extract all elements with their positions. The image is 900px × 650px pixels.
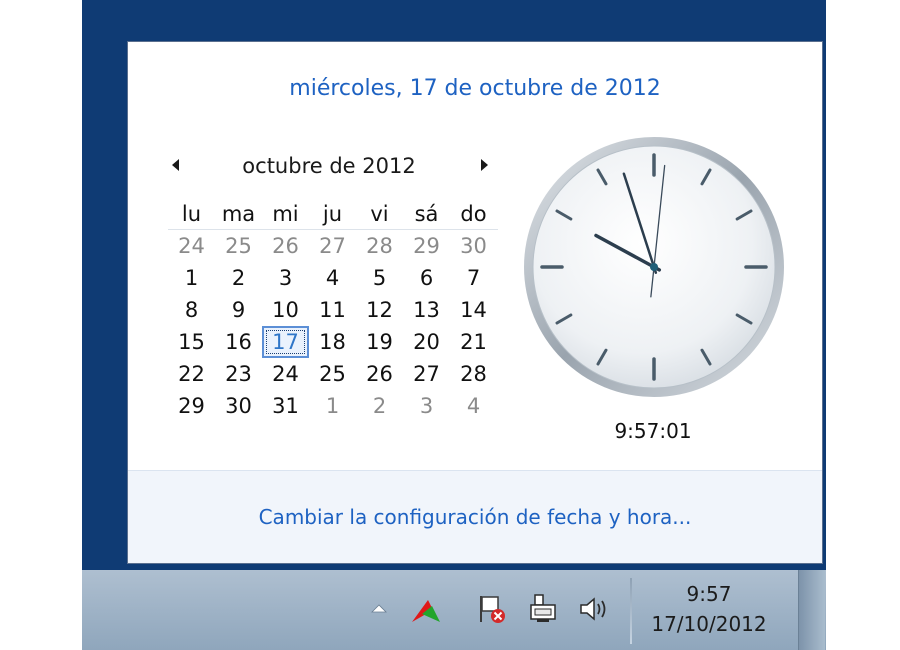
- action-center-flag-icon[interactable]: [474, 592, 508, 626]
- calendar-day[interactable]: 27: [403, 360, 450, 388]
- clock-center-pin: [650, 263, 658, 271]
- digital-time: 9:57:01: [614, 419, 692, 443]
- calendar-week-row: 15 16 17 18 19 20 21: [168, 326, 498, 358]
- network-icon[interactable]: [526, 592, 560, 626]
- tray-separator: [630, 578, 632, 644]
- date-time-flyout: miércoles, 17 de octubre de 2012 octubre…: [127, 41, 823, 564]
- calendar-day[interactable]: 5: [356, 264, 403, 292]
- calendar-day-adjacent-month[interactable]: 28: [356, 232, 403, 260]
- calendar-day[interactable]: 13: [403, 296, 450, 324]
- app-tray-icon[interactable]: [408, 592, 442, 626]
- calendar-day-adjacent-month[interactable]: 30: [450, 232, 497, 260]
- calendar-day[interactable]: 2: [215, 264, 262, 292]
- weekday-label: lu: [181, 202, 202, 226]
- previous-month-icon[interactable]: [170, 158, 182, 172]
- weekday-header-row: lu ma mi ju vi sá do: [168, 199, 498, 230]
- calendar-day[interactable]: 1: [168, 264, 215, 292]
- next-month-icon[interactable]: [478, 158, 490, 172]
- calendar-day[interactable]: 23: [215, 360, 262, 388]
- weekday-label: vi: [370, 202, 389, 226]
- calendar-day[interactable]: 20: [403, 328, 450, 356]
- tray-date: 17/10/2012: [651, 612, 767, 636]
- calendar-day[interactable]: 19: [356, 328, 403, 356]
- calendar-day-adjacent-month[interactable]: 24: [168, 232, 215, 260]
- calendar-week-row: 29 30 31 1 2 3 4: [168, 390, 498, 422]
- calendar-day[interactable]: 16: [215, 328, 262, 356]
- calendar-day[interactable]: 6: [403, 264, 450, 292]
- volume-icon[interactable]: [576, 592, 610, 626]
- calendar-day-adjacent-month[interactable]: 4: [450, 392, 497, 420]
- calendar-day[interactable]: 3: [262, 264, 309, 292]
- calendar-day[interactable]: 11: [309, 296, 356, 324]
- flyout-footer: Cambiar la configuración de fecha y hora…: [128, 470, 822, 563]
- calendar-day[interactable]: 4: [309, 264, 356, 292]
- calendar-day[interactable]: 22: [168, 360, 215, 388]
- calendar-day-adjacent-month[interactable]: 25: [215, 232, 262, 260]
- calendar-day-adjacent-month[interactable]: 29: [403, 232, 450, 260]
- calendar-day[interactable]: 10: [262, 296, 309, 324]
- calendar-day-adjacent-month[interactable]: 1: [309, 392, 356, 420]
- change-date-time-settings-link[interactable]: Cambiar la configuración de fecha y hora…: [128, 505, 822, 529]
- calendar-day-adjacent-month[interactable]: 26: [262, 232, 309, 260]
- calendar-day[interactable]: 24: [262, 360, 309, 388]
- month-title[interactable]: octubre de 2012: [214, 154, 444, 178]
- calendar-day[interactable]: 8: [168, 296, 215, 324]
- weekday-label: ju: [322, 202, 343, 226]
- calendar-week-row: 24 25 26 27 28 29 30: [168, 230, 498, 262]
- show-desktop-button[interactable]: [798, 570, 825, 650]
- calendar-day-today[interactable]: 17: [262, 326, 309, 358]
- calendar-day[interactable]: 25: [309, 360, 356, 388]
- calendar-week-row: 22 23 24 25 26 27 28: [168, 358, 498, 390]
- calendar-day[interactable]: 31: [262, 392, 309, 420]
- calendar-day[interactable]: 30: [215, 392, 262, 420]
- long-date-link[interactable]: miércoles, 17 de octubre de 2012: [128, 76, 822, 101]
- show-hidden-icons-arrow-icon[interactable]: [362, 592, 396, 626]
- calendar-day[interactable]: 29: [168, 392, 215, 420]
- calendar-week-row: 8 9 10 11 12 13 14: [168, 294, 498, 326]
- calendar-day[interactable]: 21: [450, 328, 497, 356]
- calendar-day[interactable]: 18: [309, 328, 356, 356]
- calendar-day[interactable]: 12: [356, 296, 403, 324]
- calendar-day[interactable]: 28: [450, 360, 497, 388]
- weekday-label: ma: [221, 202, 256, 226]
- calendar-day[interactable]: 9: [215, 296, 262, 324]
- calendar-day-adjacent-month[interactable]: 2: [356, 392, 403, 420]
- analog-clock: [524, 137, 784, 397]
- calendar-day-adjacent-month[interactable]: 3: [403, 392, 450, 420]
- calendar-day[interactable]: 26: [356, 360, 403, 388]
- taskbar: 9:57 17/10/2012: [82, 570, 826, 650]
- weekday-label: mi: [272, 202, 299, 226]
- calendar-day-adjacent-month[interactable]: 27: [309, 232, 356, 260]
- calendar-day[interactable]: 15: [168, 328, 215, 356]
- weekday-label: sá: [414, 202, 439, 226]
- calendar-week-row: 1234567: [168, 262, 498, 294]
- calendar-day[interactable]: 7: [450, 264, 497, 292]
- calendar-day[interactable]: 14: [450, 296, 497, 324]
- calendar-grid: lu ma mi ju vi sá do 24 25 26 27 28 29 30 1 2 3 4 5 6 7 8 9 10 1…: [168, 199, 498, 422]
- weekday-label: do: [460, 202, 487, 226]
- tray-clock[interactable]: 9:57 17/10/2012: [638, 576, 780, 644]
- tray-time: 9:57: [686, 582, 732, 606]
